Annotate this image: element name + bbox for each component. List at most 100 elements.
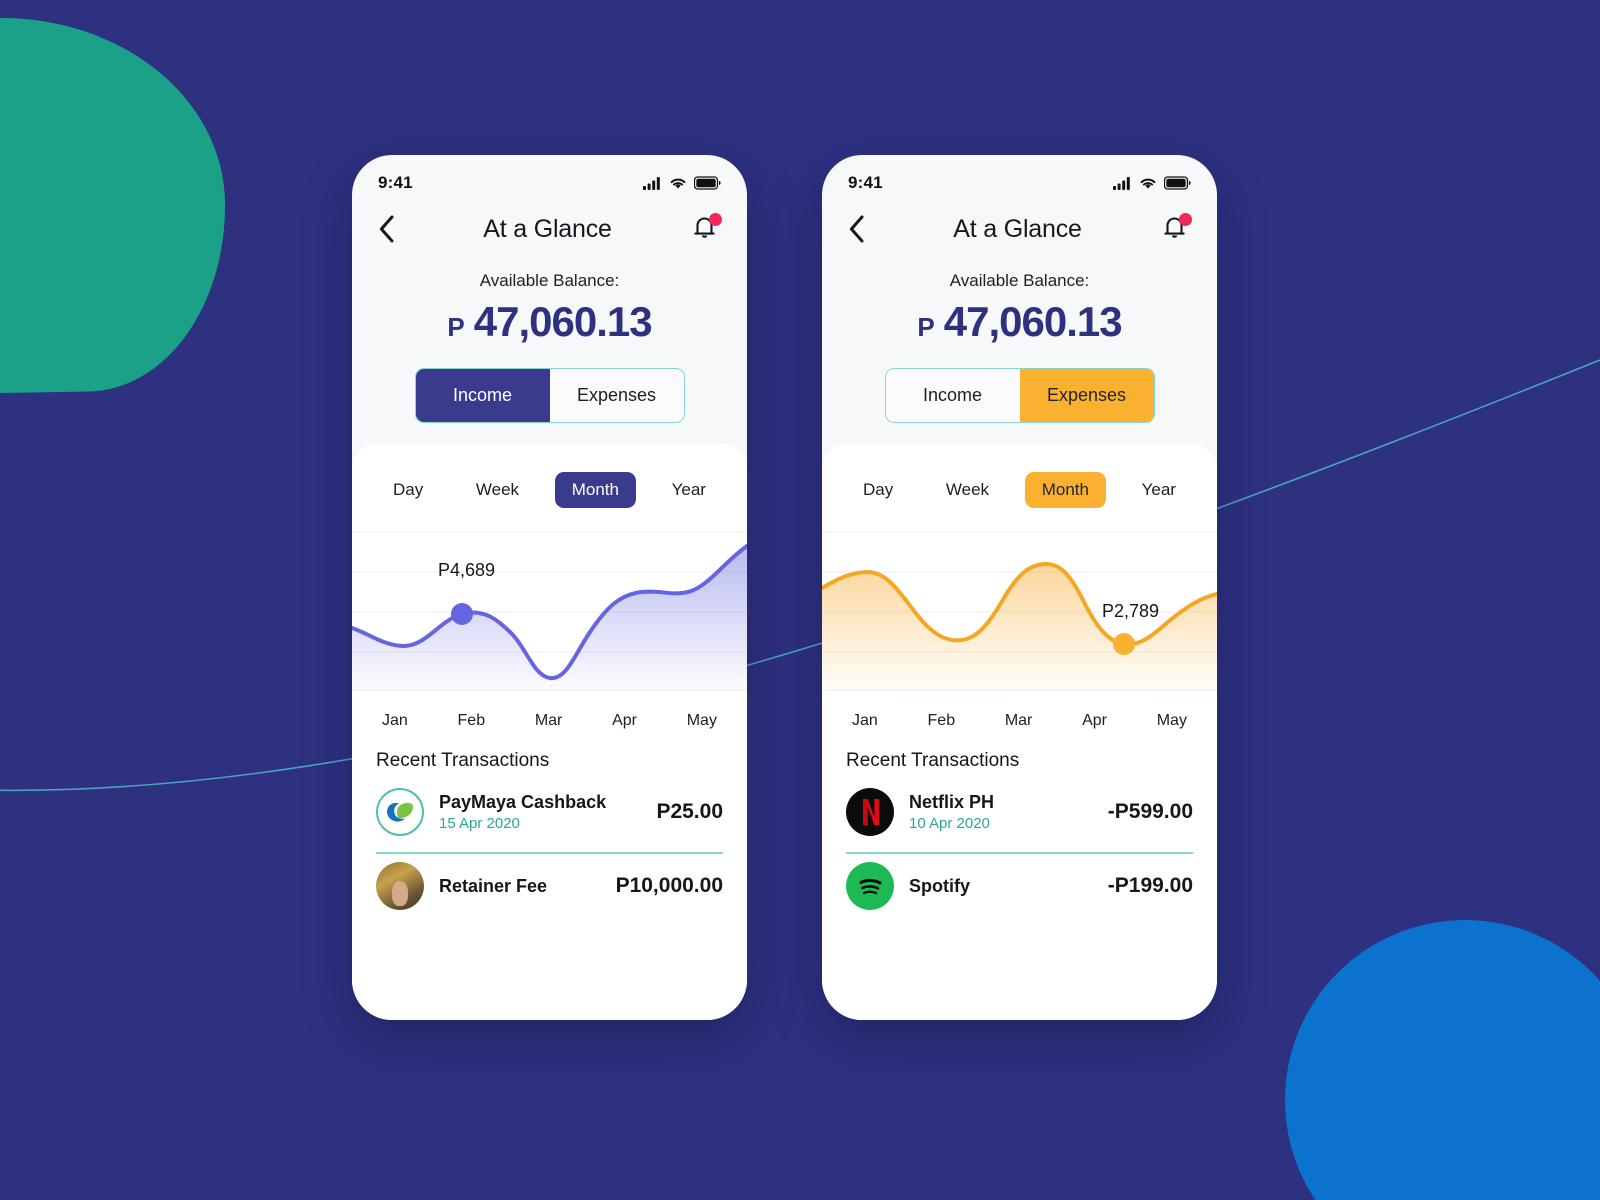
phone-screen-expenses: 9:41 At a Glance Available Balance: P 47… bbox=[822, 155, 1217, 1020]
income-expenses-segmented-control[interactable]: Income Expenses bbox=[414, 368, 685, 423]
content-card: Day Week Month Year bbox=[822, 444, 1217, 1020]
range-tabs: Day Week Month Year bbox=[822, 444, 1217, 524]
chevron-left-icon bbox=[379, 215, 394, 243]
month-label-may: May bbox=[686, 712, 717, 729]
navigation-bar: At a Glance bbox=[822, 201, 1217, 257]
decorative-arc-line bbox=[0, 359, 1600, 792]
signal-bars-icon bbox=[643, 177, 660, 190]
income-expenses-segmented-control[interactable]: Income Expenses bbox=[884, 368, 1155, 423]
table-row[interactable]: Retainer Fee P10,000.00 bbox=[352, 854, 747, 918]
income-area-fill bbox=[352, 546, 747, 696]
transaction-name: PayMaya Cashback bbox=[439, 792, 607, 812]
balance-label: Available Balance: bbox=[479, 271, 620, 290]
range-tab-year[interactable]: Year bbox=[1125, 472, 1193, 508]
netflix-logo-icon bbox=[846, 788, 894, 836]
balance-value-row: P 47,060.13 bbox=[822, 298, 1217, 346]
month-label-may: May bbox=[1156, 712, 1187, 729]
balance-value-row: P 47,060.13 bbox=[352, 298, 747, 346]
range-tab-day[interactable]: Day bbox=[846, 472, 910, 508]
balance-section: Available Balance: P 47,060.13 bbox=[822, 257, 1217, 346]
balance-section: Available Balance: P 47,060.13 bbox=[352, 257, 747, 346]
back-button[interactable] bbox=[848, 215, 874, 243]
battery-icon bbox=[1164, 176, 1191, 190]
balance-amount: 47,060.13 bbox=[943, 298, 1123, 345]
month-label-apr: Apr bbox=[1082, 712, 1107, 729]
transaction-date: 15 Apr 2020 bbox=[439, 815, 520, 832]
spotify-logo-icon bbox=[846, 862, 894, 910]
transaction-info: PayMaya Cashback 15 Apr 2020 bbox=[439, 792, 641, 832]
transaction-info: Retainer Fee bbox=[439, 876, 601, 897]
segment-income[interactable]: Income bbox=[415, 369, 550, 422]
month-label-apr: Apr bbox=[612, 712, 637, 729]
transaction-date: 10 Apr 2020 bbox=[909, 815, 990, 832]
wifi-icon bbox=[670, 178, 686, 189]
phone-screen-income: 9:41 At a Glance Available Balance: P 47… bbox=[352, 155, 747, 1020]
status-bar: 9:41 bbox=[822, 155, 1217, 201]
page-title: At a Glance bbox=[953, 214, 1082, 243]
content-card: Day Week Month Year bbox=[352, 444, 747, 1020]
month-label-feb: Feb bbox=[457, 712, 486, 729]
user-photo-avatar bbox=[376, 862, 424, 910]
navigation-bar: At a Glance bbox=[352, 201, 747, 257]
signal-bars-icon bbox=[1113, 177, 1130, 190]
transaction-amount: P25.00 bbox=[656, 800, 723, 823]
expenses-chart-value-label: P2,789 bbox=[1102, 601, 1160, 621]
month-label-jan: Jan bbox=[852, 712, 878, 729]
month-label-feb: Feb bbox=[927, 712, 956, 729]
notification-badge-dot bbox=[709, 213, 722, 226]
transaction-name: Retainer Fee bbox=[439, 875, 548, 896]
range-tabs: Day Week Month Year bbox=[352, 444, 747, 524]
back-button[interactable] bbox=[378, 215, 404, 243]
range-tab-week[interactable]: Week bbox=[459, 472, 536, 508]
table-row[interactable]: PayMaya Cashback 15 Apr 2020 P25.00 bbox=[352, 780, 747, 844]
expenses-month-axis: Jan Feb Mar Apr May bbox=[822, 696, 1217, 730]
recent-transactions-title: Recent Transactions bbox=[376, 750, 550, 771]
range-tab-month[interactable]: Month bbox=[554, 472, 636, 508]
transaction-info: Spotify bbox=[909, 876, 1093, 897]
range-tab-month[interactable]: Month bbox=[1024, 472, 1106, 508]
segment-expenses[interactable]: Expenses bbox=[1019, 369, 1154, 422]
status-time: 9:41 bbox=[848, 173, 883, 192]
income-chart-value-label: P4,689 bbox=[438, 560, 496, 580]
transaction-info: Netflix PH 10 Apr 2020 bbox=[909, 792, 1093, 832]
table-row[interactable]: Netflix PH 10 Apr 2020 -P599.00 bbox=[822, 780, 1217, 844]
wifi-icon bbox=[1140, 178, 1156, 189]
expenses-chart[interactable]: P2,789 bbox=[822, 524, 1217, 696]
peso-symbol: P bbox=[917, 312, 935, 342]
table-row[interactable]: Spotify -P199.00 bbox=[822, 854, 1217, 918]
transaction-amount: -P599.00 bbox=[1107, 800, 1193, 823]
segment-income[interactable]: Income bbox=[886, 369, 1020, 422]
month-label-mar: Mar bbox=[534, 712, 563, 729]
balance-amount: 47,060.13 bbox=[473, 298, 653, 345]
background-decoration bbox=[0, 0, 1600, 1200]
status-bar: 9:41 bbox=[352, 155, 747, 201]
status-icons bbox=[1113, 176, 1191, 190]
battery-icon bbox=[694, 176, 721, 190]
notifications-button[interactable] bbox=[1161, 213, 1192, 244]
transaction-amount: P10,000.00 bbox=[615, 874, 723, 897]
month-label-mar: Mar bbox=[1004, 712, 1033, 729]
recent-transactions-title: Recent Transactions bbox=[846, 750, 1020, 771]
transaction-name: Netflix PH bbox=[909, 792, 995, 812]
range-tab-day[interactable]: Day bbox=[376, 472, 440, 508]
month-label-jan: Jan bbox=[382, 712, 408, 729]
expenses-highlight-point bbox=[1113, 633, 1135, 655]
income-month-axis: Jan Feb Mar Apr May bbox=[352, 696, 747, 730]
notification-badge-dot bbox=[1179, 213, 1192, 226]
page-title: At a Glance bbox=[483, 214, 612, 243]
status-time: 9:41 bbox=[378, 173, 413, 192]
segment-expenses[interactable]: Expenses bbox=[550, 369, 684, 422]
range-tab-week[interactable]: Week bbox=[929, 472, 1006, 508]
balance-label: Available Balance: bbox=[949, 271, 1090, 290]
chevron-left-icon bbox=[849, 215, 864, 243]
transaction-name: Spotify bbox=[909, 875, 970, 896]
income-chart-svg bbox=[352, 531, 747, 696]
paymaya-logo-icon bbox=[376, 788, 424, 836]
income-highlight-point bbox=[451, 603, 473, 625]
status-icons bbox=[643, 176, 721, 190]
peso-symbol: P bbox=[447, 312, 465, 342]
range-tab-year[interactable]: Year bbox=[655, 472, 723, 508]
transaction-amount: -P199.00 bbox=[1107, 874, 1193, 897]
income-chart[interactable]: P4,689 bbox=[352, 524, 747, 696]
notifications-button[interactable] bbox=[691, 213, 722, 244]
